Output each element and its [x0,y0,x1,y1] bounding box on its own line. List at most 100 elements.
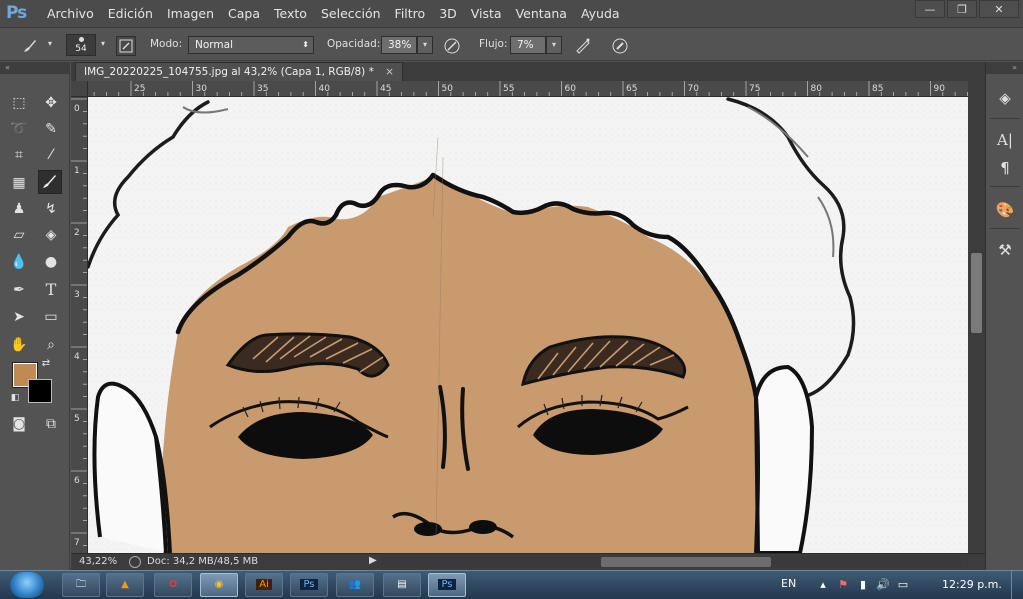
mode-select[interactable]: Normal ⬍ [188,36,314,54]
menu-imagen[interactable]: Imagen [160,0,221,28]
ruler-top[interactable]: 25 30 35 40 45 50 55 60 65 70 75 80 85 90 [88,81,968,97]
ruler-left-label: 7 [74,538,80,548]
document-size-info: Doc: 34,2 MB/48,5 MB [147,556,259,567]
document-tab[interactable]: IMG_20220225_104755.jpg al 43,2% (Capa 1… [75,62,403,81]
layers-panel-icon[interactable]: ◈ [992,86,1018,110]
notepad-icon[interactable]: ▤ [383,573,421,597]
volume-icon[interactable]: 🔊 [873,575,893,595]
menu-filtro[interactable]: Filtro [388,0,433,28]
horizontal-scrollbar-thumb[interactable] [601,557,771,567]
minimize-button[interactable]: — [915,0,945,18]
ruler-left[interactable]: 0 1 2 3 4 5 6 7 [71,97,88,553]
menu-ayuda[interactable]: Ayuda [574,0,627,28]
lasso-tool-icon[interactable]: ➰ [7,117,31,141]
brush-tip-icon [79,37,84,42]
opera-icon[interactable]: O [154,573,192,597]
rectangle-tool-icon[interactable]: ▭ [39,305,63,329]
illustrator-icon[interactable]: Ai [245,573,283,597]
type-tool-icon[interactable]: T [39,278,63,302]
display-icon[interactable]: ▭ [893,575,913,595]
chrome-icon[interactable]: ◉ [200,573,238,597]
menu-vista[interactable]: Vista [464,0,509,28]
opacity-dropdown-icon[interactable]: ▾ [417,36,433,54]
network-icon[interactable]: ▮ [853,575,873,595]
clone-stamp-icon[interactable]: ♟ [7,197,31,221]
screen-mode-icon[interactable]: ⧉ [39,412,63,436]
swap-colors-icon[interactable]: ⇄ [39,357,53,371]
quick-selection-icon[interactable]: ✎ [39,117,63,141]
vertical-scrollbar[interactable] [968,81,985,553]
move-tool-icon[interactable]: ✥ [39,91,63,115]
menu-texto[interactable]: Texto [267,0,314,28]
ruler-top-label: 25 [134,84,145,94]
flow-dropdown-icon[interactable]: ▾ [546,36,562,54]
menu-seleccion[interactable]: Selección [314,0,388,28]
default-colors-icon[interactable]: ◧ [8,391,22,405]
menu-ventana[interactable]: Ventana [509,0,574,28]
hand-tool-icon[interactable]: ✋ [7,333,31,357]
character-panel-icon[interactable]: A| [992,128,1018,152]
brush-presets-panel-icon[interactable]: ⚒ [992,238,1018,262]
users-icon[interactable]: 👥 [336,573,374,597]
background-color-swatch[interactable] [28,379,52,403]
zoom-level[interactable]: 43,22% [79,556,117,567]
action-center-icon[interactable]: ⚑ [833,575,853,595]
paragraph-panel-icon[interactable]: ¶ [992,156,1018,180]
airbrush-icon[interactable] [573,36,593,56]
menu-3d[interactable]: 3D [432,0,464,28]
pen-tool-icon[interactable]: ✒ [7,278,31,302]
photoshop-logo: Ps [6,3,27,23]
brush-tool-icon[interactable] [38,170,62,194]
status-menu-arrow-icon[interactable]: ▶ [369,555,377,566]
menu-capa[interactable]: Capa [221,0,267,28]
menu-edicion[interactable]: Edición [101,0,160,28]
swatches-panel-icon[interactable]: 🎨 [992,198,1018,222]
opacity-input[interactable]: 38% [381,36,417,54]
size-pressure-icon[interactable] [610,36,630,56]
photoshop-active-icon[interactable]: Ps [428,573,466,597]
dodge-tool-icon[interactable]: ● [39,250,63,274]
ruler-corner [71,81,88,97]
ruler-top-label: 70 [688,84,700,94]
blur-tool-icon[interactable]: 💧 [7,250,31,274]
brush-picker-dropdown-icon[interactable]: ▾ [95,36,111,54]
canvas-artwork[interactable] [88,97,968,553]
photoshop-window: Ps Archivo Edición Imagen Capa Texto Sel… [0,0,1023,599]
start-button[interactable] [10,572,44,598]
show-desktop-button[interactable] [1011,571,1023,599]
close-button[interactable]: ✕ [979,0,1019,18]
ruler-top-label: 50 [442,84,454,94]
eraser-icon[interactable]: ▱ [7,223,31,247]
show-hidden-icons-icon[interactable]: ▴ [813,575,833,595]
restore-button[interactable]: ❐ [947,0,977,18]
opacity-pressure-icon[interactable] [442,36,462,56]
panel-separator [990,186,1020,187]
close-tab-icon[interactable]: × [385,66,394,78]
history-brush-icon[interactable]: ↯ [39,197,63,221]
quick-mask-icon[interactable]: ◙ [7,412,31,436]
status-info-icon[interactable] [129,556,141,568]
language-indicator[interactable]: EN [781,577,796,590]
right-panel-expand-icon[interactable]: » [986,62,1023,74]
path-selection-icon[interactable]: ➤ [7,305,31,329]
vertical-scrollbar-thumb[interactable] [971,253,982,333]
crop-tool-icon[interactable]: ⌗ [7,143,31,167]
zoom-tool-icon[interactable]: ⌕ [39,333,63,357]
tool-preset-dropdown-icon[interactable]: ▾ [42,36,58,54]
clock[interactable]: 12:29 p.m. [942,578,1002,591]
horizontal-scrollbar[interactable] [381,556,961,568]
photoshop-icon[interactable]: Ps [290,573,328,597]
brush-size-picker[interactable]: 54 [66,34,96,56]
rectangular-marquee-icon[interactable]: ⬚ [7,91,31,115]
tools-panel-collapse-icon[interactable]: « [0,62,69,74]
paint-bucket-icon[interactable]: ◈ [39,223,63,247]
vlc-icon[interactable]: ▲ [106,573,144,597]
mode-value: Normal [195,39,233,51]
brush-tool-preset-icon[interactable] [20,36,40,56]
explorer-icon[interactable]: 🗀 [62,573,100,597]
eyedropper-icon[interactable]: ⁄ [39,143,63,167]
menu-archivo[interactable]: Archivo [40,0,101,28]
spot-healing-icon[interactable]: ▦ [7,171,31,195]
brush-panel-toggle-icon[interactable] [116,36,136,56]
flow-input[interactable]: 7% [510,36,546,54]
